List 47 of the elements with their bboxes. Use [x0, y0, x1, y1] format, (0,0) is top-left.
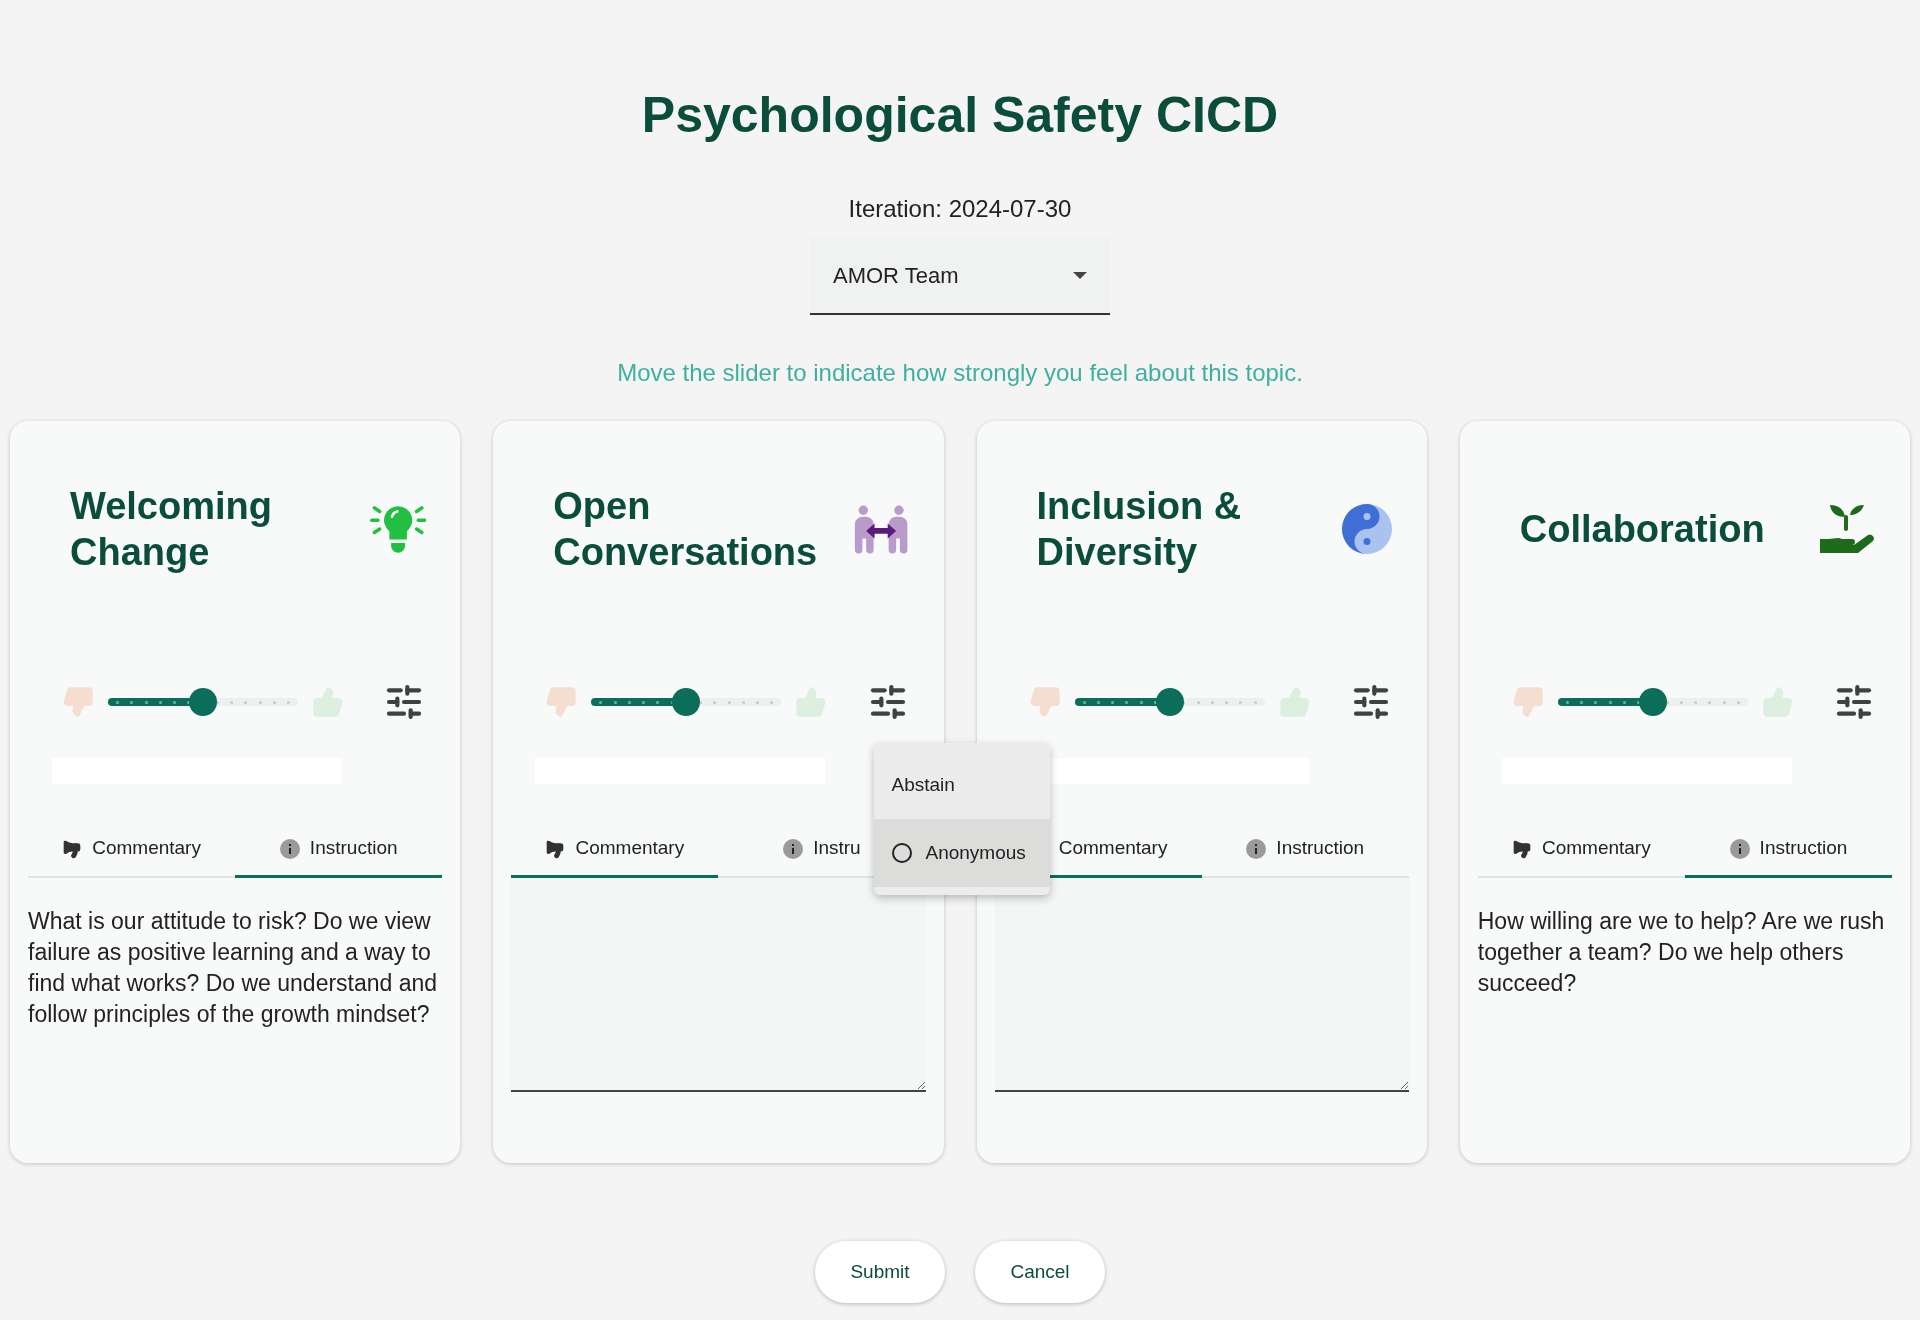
instruction-text: How willing are we to help? Are we rush together a team? Do we help others succeed?: [1477, 907, 1886, 998]
team-select[interactable]: AMOR Team: [810, 237, 1110, 315]
thumbs-down-icon: [62, 686, 94, 718]
topic-title: Open Conversations: [553, 484, 819, 575]
topic-title: Inclusion & Diversity: [1036, 484, 1243, 575]
caret-icon: [1073, 271, 1087, 279]
megaphone-icon: [545, 838, 566, 859]
thumbs-down-icon: [1511, 686, 1544, 718]
slider-thumb[interactable]: [1155, 688, 1184, 716]
thumbs-down-icon: [1028, 686, 1061, 718]
tab[interactable]: Commentary: [1477, 822, 1685, 878]
menu-item[interactable]: Abstain: [873, 751, 1050, 819]
info-icon: [783, 838, 804, 859]
thumbs-up-icon: [1761, 686, 1794, 718]
tab[interactable]: Instruction: [1684, 822, 1892, 878]
comment-field[interactable]: [994, 878, 1409, 1092]
slider-thumb[interactable]: [672, 688, 701, 716]
tab[interactable]: Instruction: [235, 822, 443, 878]
radio-button[interactable]: [891, 843, 912, 863]
comment-field[interactable]: [511, 878, 926, 1092]
menu-item-label: Abstain: [891, 772, 955, 797]
action-button[interactable]: Submit: [815, 1241, 945, 1303]
tab[interactable]: Commentary: [28, 822, 236, 878]
action-button[interactable]: Cancel: [975, 1241, 1105, 1303]
people-arrow-icon: [853, 503, 910, 555]
info-icon: [1729, 838, 1750, 859]
slider-thumb[interactable]: [1638, 688, 1667, 716]
hint-text: Move the slider to indicate how strongly you feel about this topic.: [617, 358, 1303, 388]
tab[interactable]: Instruction: [1201, 822, 1409, 878]
thumbs-up-icon: [1278, 686, 1311, 718]
megaphone-icon: [1511, 838, 1532, 859]
info-icon: [1246, 838, 1267, 859]
info-icon: [279, 838, 300, 859]
yin-yang-icon: [1340, 503, 1393, 555]
thumbs-up-icon: [795, 686, 828, 718]
page-title: Psychological Safety CICD: [641, 86, 1279, 145]
instruction-text: What is our attitude to risk? Do we view failure as positive learning and a way to find what works? Do we understand and follow principles of the growth mindset?: [28, 907, 439, 1029]
thumbs-up-icon: [312, 686, 344, 718]
settings-icon[interactable]: [1834, 682, 1874, 722]
plant-in-hand-icon: [1818, 503, 1876, 555]
topic-title: Collaboration: [1519, 507, 1765, 552]
menu-item[interactable]: Anonymous: [873, 819, 1050, 887]
megaphone-icon: [62, 838, 83, 859]
iteration-label: Iteration: 2024-07-30: [848, 194, 1072, 224]
topic-title: Welcoming Change: [70, 484, 273, 575]
slider-thumb[interactable]: [189, 688, 217, 716]
thumbs-down-icon: [545, 686, 578, 718]
